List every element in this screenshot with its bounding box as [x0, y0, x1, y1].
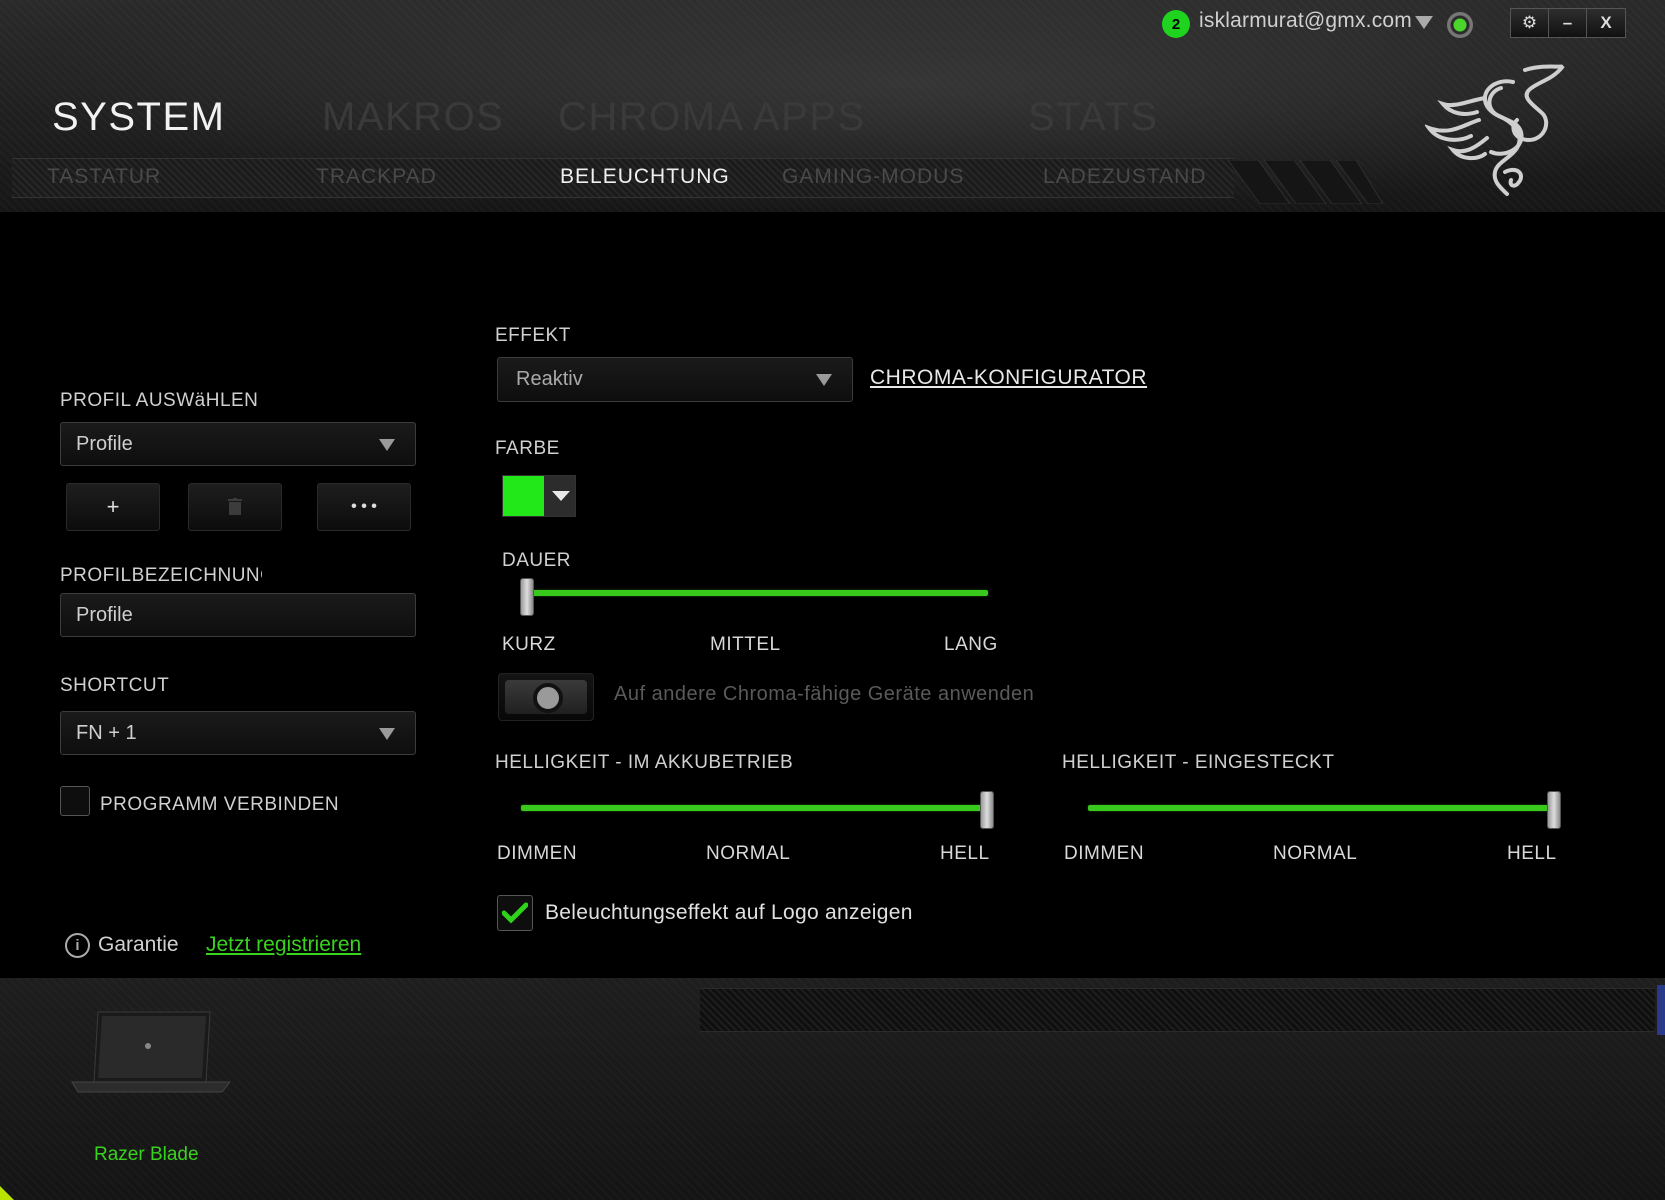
- brightness-battery-thumb[interactable]: [980, 791, 994, 829]
- brightness-battery-label: HELLIGKEIT - IM AKKUBETRIEB: [495, 752, 794, 773]
- tab-system[interactable]: SYSTEM: [52, 95, 225, 140]
- profile-select-value: Profile: [76, 432, 133, 455]
- add-profile-button[interactable]: +: [66, 483, 160, 531]
- duration-tick-medium: MITTEL: [710, 634, 781, 655]
- color-picker[interactable]: [502, 475, 576, 517]
- brightness-plugged-label: HELLIGKEIT - EINGESTECKT: [1062, 752, 1335, 773]
- plugged-tick-bright: HELL: [1507, 843, 1557, 864]
- color-label: FARBE: [495, 438, 560, 459]
- apply-other-devices-label: Auf andere Chroma-fähige Geräte anwenden: [614, 683, 1035, 705]
- razer-logo-icon: [1425, 64, 1565, 196]
- logo-effect-checkbox[interactable]: [497, 895, 533, 931]
- tab-makros[interactable]: MAKROS: [322, 95, 504, 140]
- color-dropdown-icon[interactable]: [544, 476, 575, 516]
- settings-gear-icon[interactable]: ⚙: [1511, 9, 1549, 37]
- notification-badge[interactable]: 2: [1162, 10, 1190, 38]
- effect-value: Reaktiv: [516, 368, 583, 390]
- shortcut-value: FN + 1: [76, 721, 137, 744]
- warranty-label: Garantie: [98, 933, 179, 956]
- register-link[interactable]: Jetzt registrieren: [206, 933, 361, 957]
- chroma-configurator-link[interactable]: CHROMA-KONFIGURATOR: [870, 366, 1147, 390]
- laptop-icon[interactable]: [70, 1010, 230, 1095]
- duration-slider-thumb[interactable]: [520, 578, 534, 616]
- link-program-checkbox[interactable]: [60, 786, 90, 816]
- device-name[interactable]: Razer Blade: [94, 1144, 199, 1166]
- account-dropdown-icon[interactable]: [1415, 16, 1433, 29]
- battery-tick-dim: DIMMEN: [497, 843, 578, 864]
- more-options-button[interactable]: • • •: [317, 483, 411, 531]
- checkmark-icon: [502, 902, 528, 924]
- toggle-knob: [505, 680, 587, 714]
- brightness-battery-track[interactable]: [521, 805, 987, 811]
- profile-name-input[interactable]: Profile: [60, 593, 416, 637]
- effect-select[interactable]: Reaktiv: [497, 357, 853, 402]
- account-email[interactable]: isklarmurat@gmx.com: [1199, 9, 1412, 33]
- subtab-beleuchtung[interactable]: BELEUCHTUNG: [560, 165, 730, 189]
- battery-tick-bright: HELL: [940, 843, 990, 864]
- tab-stats[interactable]: STATS: [1028, 95, 1158, 140]
- chevron-down-icon: [816, 374, 832, 386]
- logo-effect-label: Beleuchtungseffekt auf Logo anzeigen: [545, 901, 913, 924]
- profile-select-label: PROFIL AUSWäHLEN: [60, 390, 259, 411]
- brightness-plugged-thumb[interactable]: [1547, 791, 1561, 829]
- duration-label: DAUER: [502, 550, 572, 571]
- chevron-down-icon: [379, 439, 395, 451]
- info-icon: i: [65, 933, 90, 958]
- plugged-tick-normal: NORMAL: [1273, 843, 1358, 864]
- effect-label: EFFEKT: [495, 325, 571, 346]
- chevron-down-icon: [379, 728, 395, 740]
- subtab-trackpad[interactable]: TRACKPAD: [316, 165, 437, 189]
- decorative-stripes: [1228, 160, 1383, 204]
- subtab-ladezustand[interactable]: LADEZUSTAND: [1043, 165, 1206, 189]
- plugged-tick-dim: DIMMEN: [1064, 843, 1145, 864]
- edge-accent: [1657, 985, 1665, 1035]
- link-program-label: PROGRAMM VERBINDEN: [100, 794, 340, 815]
- subtab-gaming-modus[interactable]: GAMING-MODUS: [782, 165, 964, 189]
- delete-profile-button[interactable]: [188, 483, 282, 531]
- duration-slider-track[interactable]: [527, 590, 988, 596]
- window-controls: ⚙ – X: [1510, 8, 1626, 38]
- brightness-plugged-track[interactable]: [1088, 805, 1554, 811]
- corner-accent: [0, 1186, 14, 1200]
- close-button[interactable]: X: [1587, 9, 1625, 37]
- duration-tick-long: LANG: [944, 634, 998, 655]
- footer-band: [700, 988, 1655, 1032]
- shortcut-label: SHORTCUT: [60, 675, 170, 696]
- shortcut-select[interactable]: FN + 1: [60, 711, 416, 755]
- color-swatch[interactable]: [503, 476, 544, 516]
- trash-icon: [228, 498, 242, 515]
- subtab-tastatur[interactable]: TASTATUR: [47, 165, 161, 189]
- duration-tick-short: KURZ: [502, 634, 556, 655]
- apply-other-devices-toggle[interactable]: [498, 673, 594, 721]
- online-status-icon[interactable]: [1447, 12, 1473, 38]
- profile-select[interactable]: Profile: [60, 422, 416, 466]
- profile-name-label: PROFILBEZEICHNUNG: [60, 565, 262, 586]
- tab-chroma-apps[interactable]: CHROMA APPS: [558, 95, 866, 140]
- minimize-button[interactable]: –: [1549, 9, 1587, 37]
- battery-tick-normal: NORMAL: [706, 843, 791, 864]
- profile-name-value: Profile: [76, 603, 133, 626]
